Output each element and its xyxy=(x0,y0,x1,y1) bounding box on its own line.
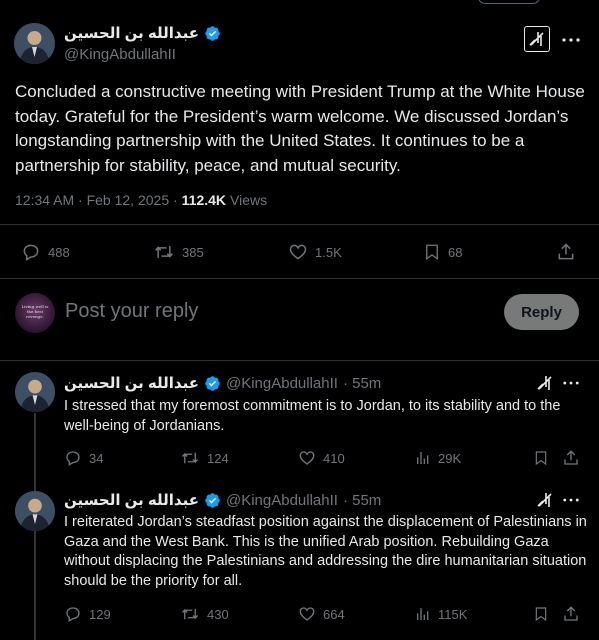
views-count: 115K xyxy=(438,606,468,622)
like-icon xyxy=(299,607,315,621)
grok-icon[interactable] xyxy=(534,491,556,509)
bookmark-button[interactable] xyxy=(532,448,550,468)
share-button[interactable] xyxy=(555,241,577,263)
reply-count: 129 xyxy=(89,606,111,622)
repost-icon xyxy=(181,452,199,464)
repost-button[interactable]: 124 xyxy=(180,449,229,467)
post-age[interactable]: · 55m xyxy=(343,492,381,509)
repost-button[interactable]: 430 xyxy=(180,605,229,623)
my-avatar-text: Living well is the best revenge. xyxy=(21,304,49,319)
like-button[interactable]: 410 xyxy=(298,449,345,467)
bookmark-icon xyxy=(535,451,547,466)
repost-count: 124 xyxy=(207,450,229,466)
bookmark-icon xyxy=(426,244,438,261)
share-icon xyxy=(558,243,574,260)
like-icon xyxy=(299,451,315,465)
post-meta: 12:34 AM · Feb 12, 2025 · 112.4K Views xyxy=(15,192,267,208)
like-icon xyxy=(289,244,307,260)
views-label: Views xyxy=(230,192,268,208)
post-age[interactable]: · 55m xyxy=(343,375,381,392)
verified-badge-icon xyxy=(205,492,220,508)
share-button[interactable] xyxy=(562,448,580,468)
reply-icon xyxy=(66,607,80,622)
avatar[interactable] xyxy=(14,23,55,64)
reply-input[interactable]: Post your reply xyxy=(65,300,198,323)
divider xyxy=(0,278,599,279)
views-icon xyxy=(417,452,429,464)
reply-button[interactable]: 129 xyxy=(64,605,111,623)
my-avatar[interactable]: Living well is the best revenge. xyxy=(15,293,55,333)
reply-count: 34 xyxy=(89,450,104,466)
author-handle[interactable]: @KingAbdullahII xyxy=(226,492,338,509)
post-time[interactable]: 12:34 AM · Feb 12, 2025 · xyxy=(15,192,178,208)
reply-icon xyxy=(23,244,39,261)
avatar[interactable] xyxy=(15,372,55,412)
repost-icon xyxy=(155,246,173,258)
views-count: 29K xyxy=(438,450,462,466)
post-text: Concluded a constructive meeting with Pr… xyxy=(15,82,585,175)
share-icon xyxy=(564,606,578,621)
repost-button[interactable]: 385 xyxy=(153,242,204,262)
more-icon[interactable] xyxy=(561,492,581,508)
repost-icon xyxy=(181,608,199,620)
bookmark-count: 68 xyxy=(448,244,463,260)
repost-count: 430 xyxy=(207,606,229,622)
bookmark-icon xyxy=(535,607,547,622)
top-scroll-pill xyxy=(478,0,540,4)
like-count: 410 xyxy=(323,450,345,466)
like-button[interactable]: 664 xyxy=(298,605,345,623)
author-handle[interactable]: @KingAbdullahII xyxy=(226,375,338,392)
share-button[interactable] xyxy=(562,604,580,624)
author-row: عبدالله بن الحسين xyxy=(64,24,221,42)
author-name[interactable]: عبدالله بن الحسين xyxy=(64,491,199,509)
avatar[interactable] xyxy=(15,491,55,531)
repost-count: 385 xyxy=(182,244,204,260)
bookmark-button[interactable] xyxy=(532,604,550,624)
views-button[interactable]: 29K xyxy=(415,449,461,467)
views-button[interactable]: 115K xyxy=(415,605,467,623)
more-icon[interactable] xyxy=(561,375,581,391)
author-name[interactable]: عبدالله بن الحسين xyxy=(64,374,199,392)
share-icon xyxy=(564,450,578,465)
reply-text: I stressed that my foremost commitment i… xyxy=(64,398,561,434)
like-count: 664 xyxy=(323,606,345,622)
reply-header: عبدالله بن الحسين @KingAbdullahII · 55m xyxy=(64,374,381,393)
divider xyxy=(0,224,599,225)
views-count: 112.4K xyxy=(181,192,227,208)
reply-submit-button[interactable]: Reply xyxy=(504,294,579,330)
like-button[interactable]: 1.5K xyxy=(288,242,342,262)
like-count: 1.5K xyxy=(315,244,342,260)
reply-button[interactable]: 34 xyxy=(64,449,103,467)
reply-count: 488 xyxy=(48,244,70,260)
author-handle[interactable]: @KingAbdullahII xyxy=(64,46,176,63)
reply-button[interactable]: 488 xyxy=(21,242,70,262)
verified-badge-icon xyxy=(205,375,220,391)
verified-badge-icon xyxy=(205,25,220,41)
more-icon[interactable] xyxy=(560,30,582,50)
reply-text: I reiterated Jordan’s steadfast position… xyxy=(64,514,587,589)
author-name[interactable]: عبدالله بن الحسين xyxy=(64,24,199,42)
divider xyxy=(0,360,599,361)
grok-icon[interactable] xyxy=(534,374,556,392)
views-icon xyxy=(417,608,429,620)
bookmark-button[interactable]: 68 xyxy=(423,242,462,262)
reply-icon xyxy=(66,451,80,466)
grok-icon[interactable] xyxy=(524,26,550,52)
reply-header: عبدالله بن الحسين @KingAbdullahII · 55m xyxy=(64,491,381,510)
